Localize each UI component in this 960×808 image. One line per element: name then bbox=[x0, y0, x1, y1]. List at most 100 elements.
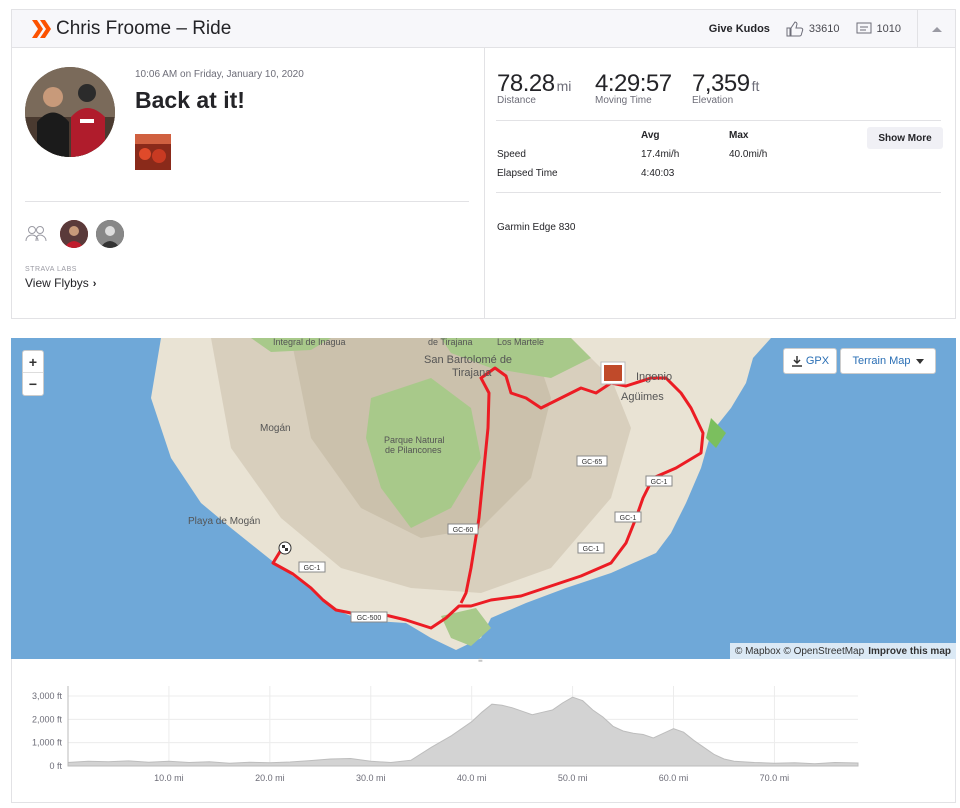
collapse-button[interactable] bbox=[917, 10, 955, 48]
y-tick-label: 1,000 ft bbox=[32, 738, 63, 748]
distance-stat: 78.28 mi Distance bbox=[497, 70, 571, 106]
map-canvas[interactable]: GC-65 GC-1 GC-1 GC-1 GC-1 GC-60 GC-500 I… bbox=[11, 338, 956, 659]
x-tick-label: 10.0 mi bbox=[154, 773, 184, 783]
strava-chevron-icon bbox=[32, 20, 51, 38]
x-tick-label: 20.0 mi bbox=[255, 773, 285, 783]
activity-card: Chris Froome – Ride Give Kudos 33610 101… bbox=[11, 9, 956, 319]
activity-photo-thumbnail[interactable] bbox=[135, 134, 171, 170]
athlete-avatar[interactable] bbox=[25, 67, 115, 157]
elapsed-time-label: Elapsed Time bbox=[497, 168, 558, 179]
group-athlete-avatar[interactable] bbox=[60, 220, 88, 248]
divider bbox=[25, 201, 469, 202]
place-label: Agüimes bbox=[621, 391, 664, 403]
caret-down-icon bbox=[915, 358, 924, 364]
elevation-stat: 7,359 ft Elevation bbox=[692, 70, 759, 106]
y-tick-label: 2,000 ft bbox=[32, 714, 63, 724]
attribution-text[interactable]: © Mapbox © OpenStreetMap bbox=[735, 646, 864, 657]
give-kudos-button[interactable]: Give Kudos bbox=[709, 23, 770, 35]
group-athlete-avatar[interactable] bbox=[96, 220, 124, 248]
place-label: Tirajana bbox=[452, 367, 492, 379]
strava-labs-label: STRAVA LABS bbox=[25, 266, 77, 273]
road-label: GC-65 bbox=[582, 459, 603, 466]
road-label: GC-1 bbox=[620, 515, 637, 522]
zoom-in-button[interactable]: + bbox=[23, 351, 43, 373]
athlete-photo bbox=[60, 220, 88, 248]
speed-label: Speed bbox=[497, 149, 526, 160]
map-type-dropdown[interactable]: Terrain Map bbox=[840, 348, 936, 374]
start-flag-icon bbox=[282, 545, 285, 548]
place-label: de Pilancones bbox=[385, 445, 442, 455]
distance-unit: mi bbox=[556, 78, 572, 94]
distance-value: 78.28 bbox=[497, 70, 555, 97]
comment-count-button[interactable]: 1010 bbox=[856, 22, 901, 36]
resize-handle-icon[interactable]: ≡ bbox=[478, 657, 483, 665]
x-tick-label: 60.0 mi bbox=[659, 773, 689, 783]
place-label: San Bartolomé de bbox=[424, 354, 512, 366]
elevation-value: 7,359 bbox=[692, 70, 750, 97]
elevation-chart[interactable]: ≡ 3,000 ft 2,000 ft 1,000 ft 0 ft 10.0 mi 20.… bbox=[11, 657, 956, 803]
divider bbox=[496, 120, 941, 121]
road-label: GC-1 bbox=[304, 565, 321, 572]
gpx-download-button[interactable]: GPX bbox=[783, 348, 837, 374]
map-type-label: Terrain Map bbox=[852, 355, 911, 367]
caret-up-icon bbox=[931, 27, 942, 32]
max-header: Max bbox=[729, 130, 749, 141]
view-flybys-label: View Flybys bbox=[25, 276, 89, 290]
zoom-controls: + − bbox=[22, 350, 44, 396]
activity-datetime: 10:06 AM on Friday, January 10, 2020 bbox=[135, 69, 304, 80]
comment-count: 1010 bbox=[876, 23, 901, 35]
activity-name: Back at it! bbox=[135, 87, 245, 113]
elevation-area bbox=[67, 696, 859, 767]
elevation-profile: 3,000 ft 2,000 ft 1,000 ft 0 ft 10.0 mi 20.0 … bbox=[32, 686, 859, 783]
avg-header: Avg bbox=[641, 130, 660, 141]
comment-icon bbox=[856, 22, 872, 34]
road-label: GC-500 bbox=[357, 615, 382, 622]
gpx-label: GPX bbox=[805, 355, 830, 367]
download-icon bbox=[791, 356, 802, 367]
activity-summary: 10:06 AM on Friday, January 10, 2020 Bac… bbox=[12, 48, 485, 318]
moving-time-value: 4:29:57 bbox=[595, 70, 672, 97]
x-tick-label: 70.0 mi bbox=[760, 773, 790, 783]
activity-header: Chris Froome – Ride Give Kudos 33610 101… bbox=[12, 10, 955, 48]
y-tick-label: 3,000 ft bbox=[32, 691, 63, 701]
kudos-count: 33610 bbox=[808, 23, 840, 35]
x-tick-label: 40.0 mi bbox=[457, 773, 487, 783]
thumbs-up-icon bbox=[786, 21, 804, 37]
speed-avg: 17.4mi/h bbox=[641, 149, 680, 160]
athlete-photo bbox=[96, 220, 124, 248]
page-title: Chris Froome – Ride bbox=[56, 18, 232, 39]
avatar-photo bbox=[25, 67, 115, 157]
road-label: GC-60 bbox=[453, 527, 474, 534]
place-label: de Tirajana bbox=[428, 338, 473, 347]
photo-image bbox=[135, 134, 171, 170]
view-flybys-link[interactable]: View Flybys › bbox=[25, 276, 96, 290]
divider bbox=[496, 192, 941, 193]
x-tick-label: 50.0 mi bbox=[558, 773, 588, 783]
place-label: Mogán bbox=[260, 423, 291, 434]
place-label: Los Martele bbox=[497, 338, 544, 347]
place-label: Parque Natural bbox=[384, 435, 445, 445]
road-label: GC-1 bbox=[583, 546, 600, 553]
group-icon[interactable] bbox=[25, 225, 47, 243]
chevron-right-icon: › bbox=[92, 278, 97, 290]
moving-time-stat: 4:29:57 Moving Time bbox=[595, 70, 672, 106]
map-attribution: © Mapbox © OpenStreetMap Improve this ma… bbox=[729, 643, 956, 659]
elevation-unit: ft bbox=[751, 78, 760, 94]
zoom-out-button[interactable]: − bbox=[23, 373, 43, 395]
place-label: Ingenio bbox=[636, 371, 672, 383]
activity-stats: 78.28 mi Distance 4:29:57 Moving Time 7,3… bbox=[486, 48, 955, 318]
x-tick-label: 30.0 mi bbox=[356, 773, 386, 783]
route-map[interactable]: GC-65 GC-1 GC-1 GC-1 GC-1 GC-60 GC-500 I… bbox=[11, 338, 956, 659]
photo-marker bbox=[604, 365, 622, 381]
speed-max: 40.0mi/h bbox=[729, 149, 768, 160]
start-flag-icon bbox=[285, 548, 288, 551]
road-label: GC-1 bbox=[651, 479, 668, 486]
kudos-count-button[interactable]: 33610 bbox=[786, 21, 840, 37]
show-more-button[interactable]: Show More bbox=[867, 127, 943, 149]
place-label: Integral de Inagua bbox=[273, 338, 346, 347]
place-label: Playa de Mogán bbox=[188, 516, 260, 527]
device-name: Garmin Edge 830 bbox=[497, 222, 576, 233]
y-tick-label: 0 ft bbox=[49, 761, 62, 771]
elapsed-time-value: 4:40:03 bbox=[641, 168, 675, 179]
improve-map-link[interactable]: Improve this map bbox=[868, 646, 951, 657]
